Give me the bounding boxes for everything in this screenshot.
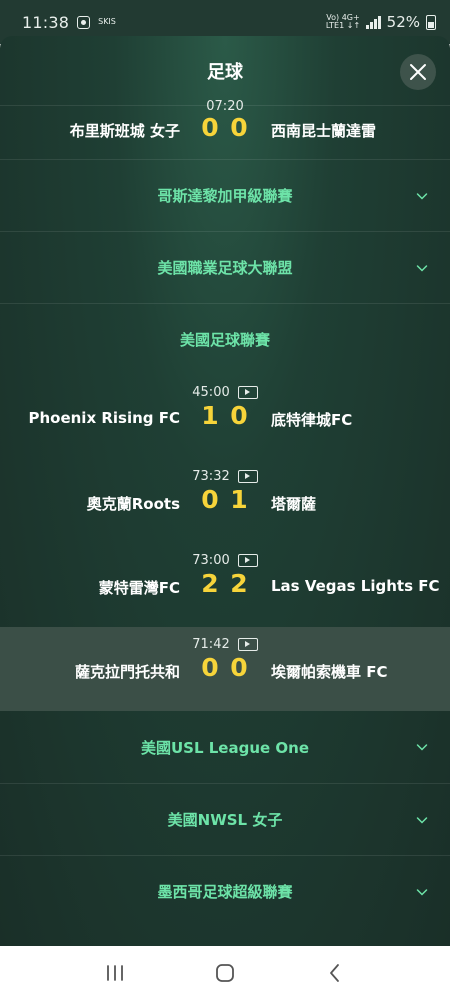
home-button[interactable] [210, 958, 240, 988]
chevron-down-icon [416, 192, 428, 200]
status-right: Vo) 4G+ LTE1 ↓↑ 52% [326, 13, 436, 31]
league-row[interactable]: 哥斯達黎加甲級聯賽 [0, 159, 450, 231]
away-score: 2 [230, 569, 248, 598]
match-clock: 71:42 [192, 637, 230, 652]
sports-sheet: 足球 07:20 布里斯班城 女子 0 0 西南昆士蘭達雷 哥斯達黎加甲級聯賽 … [0, 36, 450, 946]
network-indicator: Vo) 4G+ LTE1 ↓↑ [326, 14, 360, 30]
match-time: 73:00 [0, 553, 450, 568]
league-name: 墨西哥足球超級聯賽 [157, 883, 293, 901]
league-row[interactable]: 美國USL League One [0, 711, 450, 783]
away-score: 0 [230, 653, 248, 682]
league-row[interactable]: 美國NWSL 女子 [0, 783, 450, 855]
away-team: 埃爾帕索機車 FC [271, 663, 388, 681]
close-button[interactable] [400, 54, 436, 90]
recents-icon [107, 965, 123, 981]
video-icon[interactable] [237, 638, 258, 651]
away-score: 1 [230, 485, 248, 514]
chevron-down-icon [416, 816, 428, 824]
home-team: 布里斯班城 女子 [69, 122, 180, 140]
away-score: 0 [230, 401, 248, 430]
home-score: 1 [201, 401, 219, 430]
home-score: 2 [201, 569, 219, 598]
recents-button[interactable] [100, 958, 130, 988]
away-team: 西南昆士蘭達雷 [271, 122, 377, 140]
back-icon [330, 964, 339, 982]
home-team: 蒙特雷灣FC [98, 579, 180, 597]
chevron-down-icon [416, 888, 428, 896]
match-clock: 07:20 [206, 99, 244, 114]
league-name: 美國NWSL 女子 [167, 811, 283, 829]
home-score: 0 [201, 485, 219, 514]
away-team: 塔爾薩 [271, 495, 317, 513]
battery-icon [426, 14, 436, 30]
match-row[interactable]: 45:00 Phoenix Rising FC 1 0 底特律城FC [0, 375, 450, 459]
league-name: 美國職業足球大聯盟 [157, 259, 293, 277]
skis-label: SKIS [98, 17, 116, 26]
away-team: 底特律城FC [271, 411, 353, 429]
match-time: 07:20 [0, 99, 450, 114]
battery-percent: 52% [386, 13, 420, 31]
home-team: 奧克蘭Roots [86, 495, 180, 513]
status-time: 11:38 [22, 12, 70, 32]
match-time: 71:42 [0, 637, 450, 652]
match-row[interactable]: 73:32 奧克蘭Roots 0 1 塔爾薩 [0, 459, 450, 543]
sheet-title: 足球 [207, 61, 243, 83]
league-name: 美國足球聯賽 [179, 331, 270, 349]
match-row[interactable]: 73:00 蒙特雷灣FC 2 2 Las Vegas Lights FC [0, 543, 450, 627]
home-team: 薩克拉門托共和 [74, 663, 180, 681]
match-time: 73:32 [0, 469, 450, 484]
close-icon [410, 64, 426, 80]
chevron-down-icon [416, 264, 428, 272]
home-score: 0 [201, 113, 219, 142]
home-team: Phoenix Rising FC [28, 409, 180, 427]
chevron-down-icon [416, 744, 428, 751]
match-clock: 73:32 [192, 469, 230, 484]
system-nav-bar [0, 946, 450, 1000]
league-row[interactable]: 美國職業足球大聯盟 [0, 231, 450, 303]
league-header-expanded[interactable]: 美國足球聯賽 [0, 303, 450, 375]
back-button[interactable] [320, 958, 350, 988]
away-team: Las Vegas Lights FC [271, 577, 440, 595]
video-icon[interactable] [237, 554, 258, 567]
video-icon[interactable] [237, 386, 258, 399]
signal-icon [366, 15, 381, 29]
video-icon[interactable] [237, 470, 258, 483]
home-score: 0 [201, 653, 219, 682]
match-clock: 45:00 [192, 385, 230, 400]
away-score: 0 [230, 113, 248, 142]
status-left: 11:38 SKIS [22, 13, 116, 32]
home-icon [216, 964, 234, 982]
network-bottom: LTE1 ↓↑ [325, 21, 361, 30]
notification-app-icon [77, 15, 91, 29]
match-time: 45:00 [0, 385, 450, 400]
match-row[interactable]: 07:20 布里斯班城 女子 0 0 西南昆士蘭達雷 [0, 87, 450, 159]
league-row[interactable]: 墨西哥足球超級聯賽 [0, 855, 450, 927]
match-clock: 73:00 [192, 553, 230, 568]
match-list: 07:20 布里斯班城 女子 0 0 西南昆士蘭達雷 哥斯達黎加甲級聯賽 美國職… [0, 99, 450, 927]
match-row-selected[interactable]: 71:42 薩克拉門托共和 0 0 埃爾帕索機車 FC [0, 627, 450, 711]
league-name: 哥斯達黎加甲級聯賽 [157, 187, 293, 205]
league-name: 美國USL League One [140, 738, 310, 757]
